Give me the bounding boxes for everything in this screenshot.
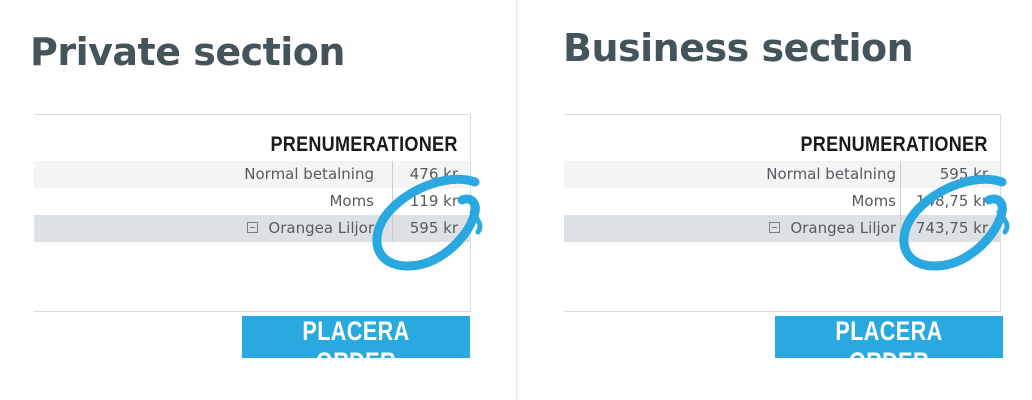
- table-row: Moms 119 kr: [34, 188, 470, 215]
- subscription-summary: PRENUMERATIONER Normal betalning 476 kr …: [34, 114, 471, 312]
- table-row: Normal betalning 595 kr: [564, 161, 1000, 188]
- row-label-text: Orangea Liljor: [268, 219, 374, 237]
- place-order-label: PLACERA ORDER: [835, 316, 943, 377]
- subscriptions-heading: PRENUMERATIONER: [800, 133, 988, 156]
- row-value: 595 kr: [392, 215, 458, 242]
- business-panel: Business section PRENUMERATIONER Normal …: [517, 0, 1032, 400]
- collapse-icon[interactable]: [247, 222, 259, 233]
- row-value: 476 kr: [392, 161, 458, 188]
- private-panel: Private section PRENUMERATIONER Normal b…: [0, 0, 516, 400]
- row-value: 743,75 kr: [900, 215, 988, 242]
- row-value: 148,75 kr: [900, 188, 988, 215]
- row-value: 119 kr: [392, 188, 458, 215]
- subscription-summary: PRENUMERATIONER Normal betalning 595 kr …: [564, 114, 1001, 312]
- row-label: Normal betalning: [766, 165, 896, 183]
- row-label: Orangea Liljor: [769, 215, 896, 242]
- business-section-title: Business section: [563, 26, 914, 70]
- row-label-text: Orangea Liljor: [790, 219, 896, 237]
- row-label: Moms: [851, 192, 896, 210]
- row-label: Moms: [329, 192, 374, 210]
- private-section-title: Private section: [30, 30, 345, 74]
- table-row: Orangea Liljor 743,75 kr: [564, 215, 1000, 242]
- table-row: Moms 148,75 kr: [564, 188, 1000, 215]
- row-label: Normal betalning: [244, 165, 374, 183]
- subscriptions-heading: PRENUMERATIONER: [270, 133, 458, 156]
- table-row: Orangea Liljor 595 kr: [34, 215, 470, 242]
- table-row: Normal betalning 476 kr: [34, 161, 470, 188]
- row-value: 595 kr: [900, 161, 988, 188]
- place-order-button[interactable]: PLACERA ORDER: [242, 316, 470, 377]
- row-label: Orangea Liljor: [247, 215, 374, 242]
- place-order-button[interactable]: PLACERA ORDER: [775, 316, 1003, 377]
- place-order-label: PLACERA ORDER: [302, 316, 410, 377]
- collapse-icon[interactable]: [769, 222, 781, 233]
